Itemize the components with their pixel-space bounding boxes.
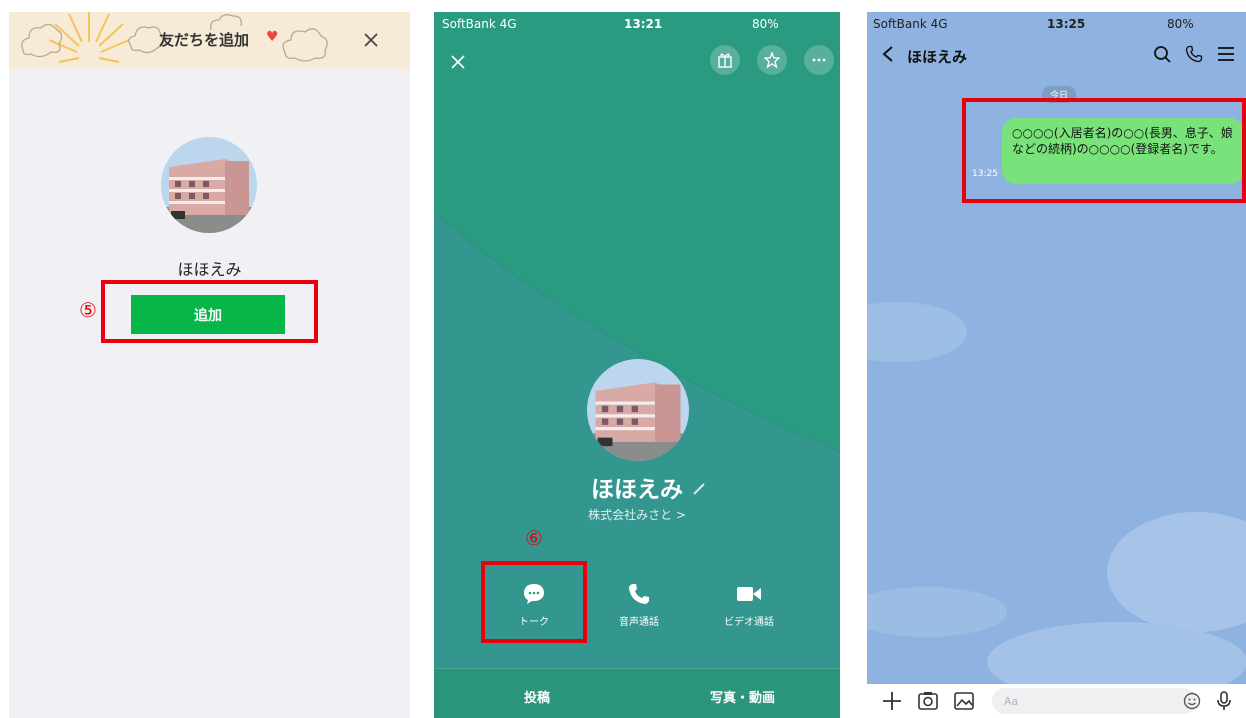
- status-battery: 80%: [1167, 17, 1194, 31]
- status-carrier: SoftBank 4G: [873, 17, 948, 31]
- status-time: 13:21: [624, 17, 663, 31]
- status-battery: 80%: [752, 17, 779, 31]
- menu-icon[interactable]: [1217, 45, 1235, 63]
- phone-icon: [629, 584, 649, 604]
- voice-call-action-button[interactable]: 音声通話: [594, 582, 684, 628]
- microphone-icon[interactable]: [1215, 690, 1233, 712]
- more-button[interactable]: [804, 45, 834, 75]
- cloud-decoration-icon: [282, 28, 328, 62]
- chat-title: ほほえみ: [907, 48, 968, 66]
- star-icon: [764, 52, 780, 68]
- profile-name: ほほえみ: [177, 260, 242, 279]
- action-label: 音声通話: [619, 617, 659, 628]
- profile-name: ほほえみ: [591, 477, 683, 503]
- add-friend-button[interactable]: 追加: [131, 295, 285, 334]
- profile-avatar: [161, 137, 257, 233]
- phone-icon[interactable]: [1185, 45, 1203, 63]
- video-call-action-button[interactable]: ビデオ通話: [704, 582, 794, 628]
- highlight-box: [481, 561, 587, 643]
- step-marker-6: ⑥: [525, 526, 543, 550]
- camera-icon[interactable]: [917, 690, 939, 712]
- tab-posts[interactable]: 投稿: [524, 687, 550, 706]
- action-label: ビデオ通話: [724, 617, 774, 628]
- add-friend-screen: 友だちを追加 ♥ ほほえみ ⑤ 追加: [9, 12, 410, 718]
- profile-tab-bar: 投稿 写真・動画: [434, 668, 840, 718]
- profile-screen: SoftBank 4G 13:21 80% ほほえみ 株式会社みさと > ⑥ ト…: [434, 12, 840, 718]
- heart-decoration-icon: ♥: [266, 29, 279, 45]
- company-link[interactable]: 株式会社みさと >: [434, 506, 840, 523]
- video-camera-icon: [737, 587, 761, 601]
- header-title: 友だちを追加: [159, 31, 250, 49]
- status-bar: SoftBank 4G 13:25 80%: [867, 12, 1246, 34]
- close-icon[interactable]: [363, 32, 379, 48]
- status-time: 13:25: [1047, 17, 1086, 31]
- cloud-decoration-icon: [21, 23, 63, 58]
- tab-photos-videos[interactable]: 写真・動画: [710, 687, 775, 706]
- emoji-icon[interactable]: [1183, 692, 1201, 710]
- favorite-button[interactable]: [757, 45, 787, 75]
- more-dots-icon: [812, 58, 826, 62]
- step-marker-5: ⑤: [79, 298, 97, 322]
- add-friend-header: 友だちを追加 ♥: [9, 12, 410, 69]
- status-bar: SoftBank 4G 13:21 80%: [434, 12, 840, 34]
- gift-button[interactable]: [710, 45, 740, 75]
- profile-avatar: [587, 359, 689, 461]
- plus-icon[interactable]: [881, 690, 903, 712]
- gift-icon: [718, 53, 732, 68]
- edit-pencil-icon[interactable]: [692, 482, 706, 496]
- chat-input-bar: [867, 684, 1246, 718]
- message-input[interactable]: [992, 688, 1197, 714]
- close-icon[interactable]: [450, 54, 466, 70]
- image-icon[interactable]: [953, 690, 975, 712]
- chat-screen: SoftBank 4G 13:25 80% ほほえみ 今日 ○○○○(入居者名)…: [867, 12, 1246, 718]
- search-icon[interactable]: [1153, 45, 1171, 63]
- back-chevron-icon[interactable]: [881, 45, 895, 63]
- highlight-box: [962, 98, 1246, 203]
- status-carrier: SoftBank 4G: [442, 17, 517, 31]
